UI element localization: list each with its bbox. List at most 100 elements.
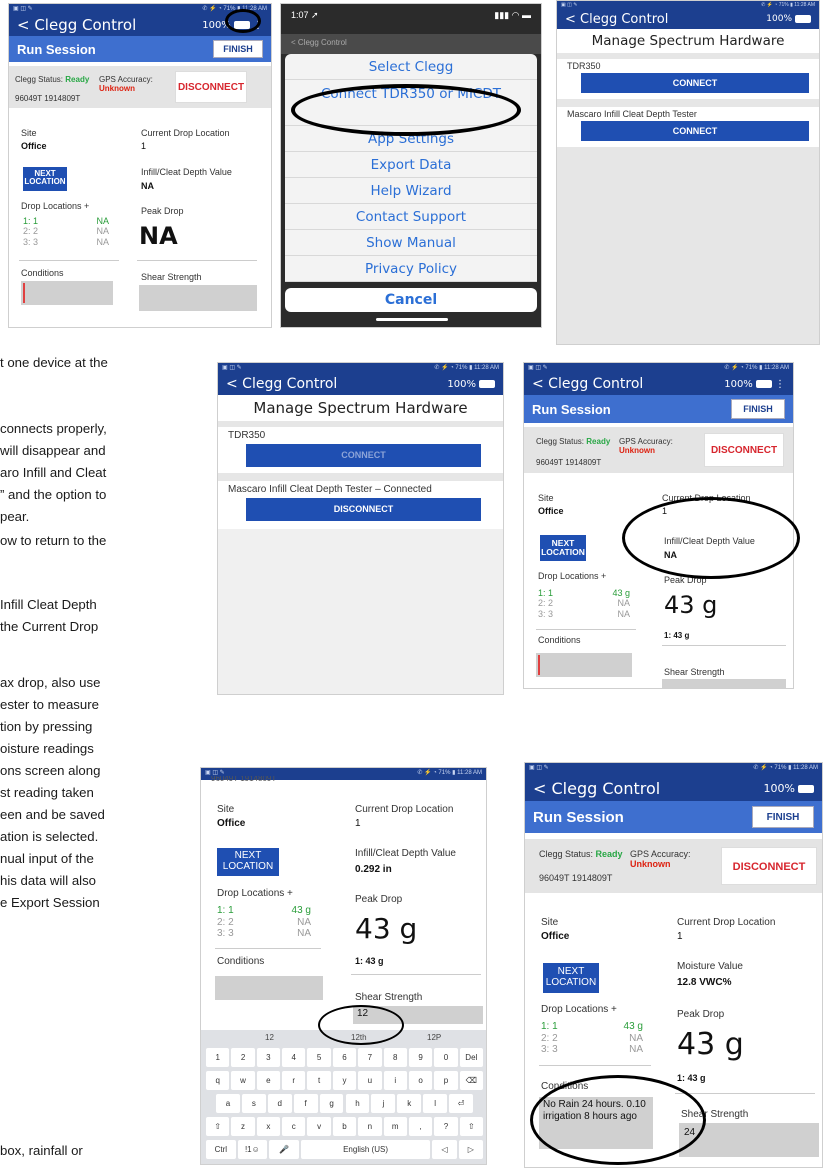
disconnect-button[interactable]: DISCONNECT <box>175 71 247 103</box>
next-location-button[interactable]: NEXT LOCATION <box>217 848 279 876</box>
keyboard-key[interactable]: 4 <box>282 1048 306 1067</box>
keyboard-key[interactable]: s <box>241 1094 266 1113</box>
list-item[interactable]: 3: 3 NA <box>23 237 109 247</box>
keyboard-key[interactable]: j <box>371 1094 396 1113</box>
keyboard-key[interactable]: 1 <box>206 1048 230 1067</box>
conditions-input[interactable] <box>536 653 632 677</box>
conditions-input[interactable] <box>21 281 113 305</box>
divider <box>675 1093 815 1094</box>
menu-item-export-data[interactable]: Export Data <box>285 152 537 178</box>
keyboard-key[interactable]: k <box>397 1094 422 1113</box>
shear-strength-input[interactable] <box>139 285 257 311</box>
keyboard-key[interactable]: 2 <box>231 1048 255 1067</box>
list-item[interactable]: 2: 2 NA <box>538 598 630 608</box>
cancel-button[interactable]: Cancel <box>285 288 537 312</box>
menu-item-contact-support[interactable]: Contact Support <box>285 204 537 230</box>
back-button[interactable]: < Clegg Control <box>17 16 136 34</box>
drop-locations-label[interactable]: Drop Locations + <box>21 201 89 211</box>
shear-strength-input[interactable] <box>662 679 786 688</box>
keyboard-key[interactable]: ⏎ <box>449 1094 473 1113</box>
next-location-button[interactable]: NEXT LOCATION <box>540 535 586 561</box>
keyboard-key[interactable]: b <box>332 1117 357 1136</box>
list-item[interactable]: 2: 2 NA <box>541 1033 643 1045</box>
keyboard-key[interactable]: l <box>423 1094 448 1113</box>
back-button[interactable]: < Clegg Control <box>532 376 643 392</box>
keyboard-key[interactable]: a <box>216 1094 240 1113</box>
keyboard-key[interactable]: o <box>408 1071 433 1090</box>
keyboard-key[interactable]: x <box>256 1117 281 1136</box>
back-button[interactable]: < Clegg Control <box>533 779 660 798</box>
list-item[interactable]: 3: 3 NA <box>217 928 311 940</box>
back-button[interactable]: < Clegg Control <box>565 12 668 27</box>
menu-item-help-wizard[interactable]: Help Wizard <box>285 178 537 204</box>
finish-button[interactable]: FINISH <box>213 40 263 58</box>
keyboard-key[interactable]: z <box>231 1117 255 1136</box>
back-button[interactable]: < Clegg Control <box>226 376 337 392</box>
disconnect-button[interactable]: DISCONNECT <box>704 433 784 467</box>
more-menu-icon[interactable]: ⋮ <box>775 379 785 390</box>
list-item[interactable]: 3: 3 NA <box>541 1044 643 1056</box>
conditions-input[interactable] <box>215 976 323 1000</box>
keyboard-key[interactable]: d <box>267 1094 292 1113</box>
keyboard-key[interactable]: 5 <box>307 1048 331 1067</box>
disconnect-micdt-button[interactable]: DISCONNECT <box>246 498 481 521</box>
finish-button[interactable]: FINISH <box>752 806 814 828</box>
keyboard-key[interactable]: p <box>434 1071 458 1090</box>
list-item[interactable]: 1: 1 43 g <box>541 1021 643 1033</box>
menu-item-privacy-policy[interactable]: Privacy Policy <box>285 256 537 282</box>
keyboard-key[interactable]: u <box>358 1071 382 1090</box>
keyboard-key[interactable]: r <box>282 1071 306 1090</box>
keyboard-key[interactable]: h <box>345 1094 370 1113</box>
menu-item-show-manual[interactable]: Show Manual <box>285 230 537 256</box>
keyboard-key[interactable]: Ctrl <box>206 1140 236 1159</box>
drop-locations-label[interactable]: Drop Locations + <box>541 1004 617 1015</box>
keyboard-key[interactable]: w <box>231 1071 255 1090</box>
keyboard-key[interactable]: 7 <box>358 1048 382 1067</box>
drop-locations-label[interactable]: Drop Locations + <box>538 571 606 581</box>
keyboard-key[interactable]: c <box>282 1117 306 1136</box>
keyboard-key[interactable]: English (US) <box>300 1140 431 1159</box>
keyboard-key[interactable]: y <box>332 1071 357 1090</box>
keyboard-key[interactable]: m <box>383 1117 407 1136</box>
list-item[interactable]: 1: 1 NA <box>23 216 109 226</box>
keyboard-key[interactable]: 3 <box>256 1048 281 1067</box>
next-location-button[interactable]: NEXT LOCATION <box>23 167 67 191</box>
keyboard-key[interactable]: 8 <box>383 1048 407 1067</box>
keyboard-key[interactable]: ⇧ <box>206 1117 230 1136</box>
keyboard-key[interactable]: !1☺ <box>237 1140 268 1159</box>
list-item[interactable]: 1: 1 43 g <box>538 588 630 598</box>
list-item[interactable]: 2: 2 NA <box>23 226 109 236</box>
list-item[interactable]: 3: 3 NA <box>538 609 630 619</box>
keyboard-key[interactable]: n <box>358 1117 382 1136</box>
keyboard-key[interactable]: t <box>307 1071 331 1090</box>
finish-button[interactable]: FINISH <box>731 399 785 419</box>
keyboard-key[interactable]: 9 <box>408 1048 433 1067</box>
keyboard-key[interactable]: ? <box>434 1117 458 1136</box>
keyboard-key[interactable]: ▷ <box>458 1140 483 1159</box>
keyboard-key[interactable]: i <box>383 1071 407 1090</box>
connect-micdt-button[interactable]: CONNECT <box>581 121 809 141</box>
keyboard-key[interactable]: ⌫ <box>459 1071 483 1090</box>
keyboard-key[interactable]: , <box>408 1117 433 1136</box>
list-item[interactable]: 2: 2 NA <box>217 917 311 929</box>
keyboard-key[interactable]: 🎤 <box>269 1140 299 1159</box>
keyboard-key[interactable]: ◁ <box>432 1140 457 1159</box>
disconnect-button[interactable]: DISCONNECT <box>721 847 817 885</box>
suggestion-item[interactable]: 12P <box>427 1033 441 1042</box>
keyboard-key[interactable]: e <box>256 1071 281 1090</box>
keyboard-key[interactable]: Del <box>459 1048 483 1067</box>
connect-tdr350-button-disabled[interactable]: CONNECT <box>246 444 481 467</box>
keyboard-key[interactable]: q <box>206 1071 230 1090</box>
next-location-button[interactable]: NEXT LOCATION <box>543 963 599 993</box>
keyboard-key[interactable]: 0 <box>434 1048 458 1067</box>
keyboard-key[interactable]: 6 <box>332 1048 357 1067</box>
keyboard-key[interactable]: v <box>307 1117 331 1136</box>
keyboard-key[interactable]: g <box>319 1094 344 1113</box>
drop-locations-label[interactable]: Drop Locations + <box>217 888 293 899</box>
keyboard-key[interactable]: ⇧ <box>459 1117 483 1136</box>
menu-item-select-clegg[interactable]: Select Clegg <box>285 54 537 80</box>
connect-tdr350-button[interactable]: CONNECT <box>581 73 809 93</box>
suggestion-item[interactable]: 12 <box>265 1033 274 1042</box>
keyboard-key[interactable]: f <box>293 1094 318 1113</box>
list-item[interactable]: 1: 1 43 g <box>217 905 311 917</box>
